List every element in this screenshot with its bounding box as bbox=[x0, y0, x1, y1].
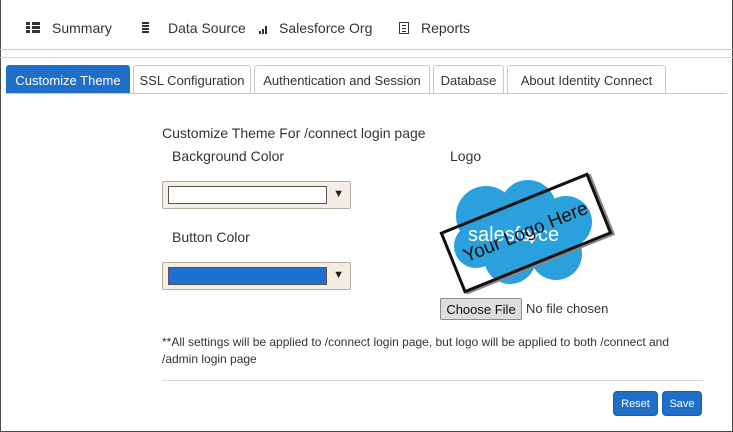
tab-customize-theme[interactable]: Customize Theme bbox=[6, 65, 130, 94]
nav-item-data-source[interactable]: Data Source bbox=[142, 18, 246, 38]
nav-divider bbox=[0, 49, 733, 50]
top-nav: Summary Data Source Salesforce Org Repor… bbox=[0, 0, 733, 50]
footer-divider bbox=[162, 380, 703, 381]
tab-database[interactable]: Database bbox=[433, 65, 504, 94]
nav-divider bbox=[0, 57, 733, 58]
nav-item-salesforce-org[interactable]: Salesforce Org bbox=[259, 18, 372, 38]
logo-preview: salesforce Your Logo Here bbox=[428, 170, 618, 300]
dropdown-arrow-icon: ▼ bbox=[333, 188, 344, 200]
nav-item-label: Summary bbox=[52, 20, 112, 36]
list-icon bbox=[142, 22, 156, 34]
nav-item-summary[interactable]: Summary bbox=[26, 18, 112, 38]
nav-item-reports[interactable]: Reports bbox=[399, 18, 470, 38]
file-status: No file chosen bbox=[526, 301, 609, 316]
tab-ssl-configuration[interactable]: SSL Configuration bbox=[133, 65, 251, 94]
logo-label: Logo bbox=[450, 148, 482, 164]
settings-note: **All settings will be applied to /conne… bbox=[162, 335, 670, 366]
button-color-swatch bbox=[168, 267, 327, 285]
save-button[interactable]: Save bbox=[662, 391, 702, 416]
tab-authentication-and-session[interactable]: Authentication and Session bbox=[254, 65, 430, 94]
document-icon bbox=[399, 22, 409, 34]
tab-about-identity-connect[interactable]: About Identity Connect bbox=[507, 65, 666, 94]
tabs-divider bbox=[6, 93, 727, 94]
nav-item-label: Reports bbox=[421, 20, 471, 36]
grid-icon bbox=[26, 22, 40, 34]
nav-item-label: Data Source bbox=[168, 20, 246, 36]
reset-button[interactable]: Reset bbox=[613, 391, 658, 416]
background-color-label: Background Color bbox=[172, 148, 285, 164]
bar-chart-icon bbox=[259, 22, 269, 34]
choose-file-button[interactable]: Choose File bbox=[440, 298, 522, 320]
button-color-label: Button Color bbox=[172, 229, 250, 245]
button-color-select[interactable]: ▼ bbox=[162, 262, 351, 290]
nav-item-label: Salesforce Org bbox=[279, 20, 373, 36]
dropdown-arrow-icon: ▼ bbox=[333, 269, 344, 281]
background-color-select[interactable]: ▼ bbox=[162, 181, 351, 209]
background-color-swatch bbox=[168, 186, 327, 204]
section-title: Customize Theme For /connect login page bbox=[162, 125, 426, 141]
